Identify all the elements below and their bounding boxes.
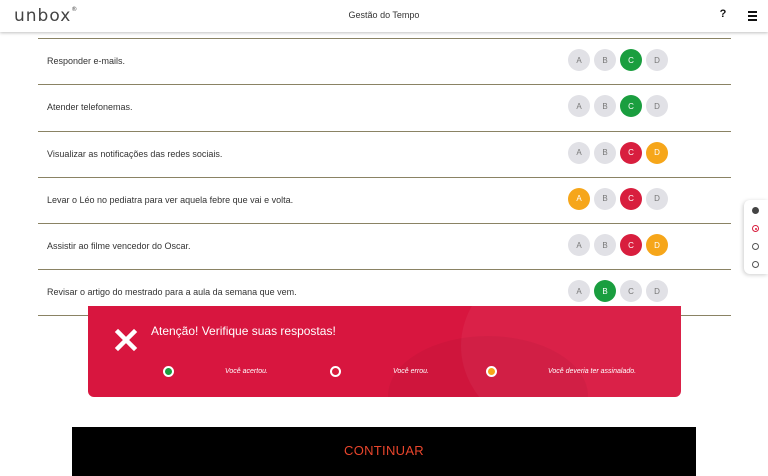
option-b-button[interactable]: B: [594, 49, 616, 71]
option-c-button[interactable]: C: [620, 234, 642, 257]
legend-missed-label: Você deveria ter assinalado.: [548, 368, 637, 375]
question-row: Levar o Léo no pediatra para ver aquela …: [38, 176, 731, 223]
option-b-button[interactable]: B: [594, 234, 616, 257]
top-bar: unbox® Gestão do Tempo ?: [0, 0, 768, 32]
question-row: Visualizar as notificações das redes soc…: [38, 130, 731, 177]
question-text: Revisar o artigo do mestrado para a aula…: [47, 287, 297, 298]
option-a-button[interactable]: A: [568, 280, 590, 303]
answer-options: ABCD: [568, 234, 672, 257]
pager-dot[interactable]: [752, 243, 759, 250]
pager-dot[interactable]: [752, 261, 759, 268]
page-title: Gestão do Tempo: [348, 10, 420, 20]
option-b-button[interactable]: B: [594, 95, 616, 118]
alert-title: Atenção! Verifique suas respostas!: [151, 324, 336, 338]
question-row: Assistir ao filme vencedor do Oscar. A B C D: [38, 223, 731, 269]
question-row: Atender telefonemas. A B C D: [38, 84, 731, 130]
question-row: Responder e-mails. A B C D: [38, 38, 731, 84]
question-text: Assistir ao filme vencedor do Oscar.: [47, 241, 191, 252]
legend-correct-dot: [163, 366, 174, 377]
page-indicator: [744, 200, 768, 274]
close-x-icon: [114, 328, 138, 352]
answer-options: ABCD: [568, 280, 672, 303]
option-a-button[interactable]: A: [568, 234, 590, 257]
help-button[interactable]: ?: [716, 8, 730, 24]
option-c-button[interactable]: C: [620, 95, 642, 118]
option-d-button[interactable]: D: [646, 234, 668, 257]
option-c-button[interactable]: C: [620, 187, 642, 210]
option-d-button[interactable]: D: [646, 187, 668, 210]
continue-button[interactable]: CONTINUAR: [72, 427, 696, 476]
legend-missed-dot: [486, 366, 497, 377]
legend-wrong-label: Você errou.: [393, 368, 429, 375]
answer-options: ABCD: [568, 141, 672, 164]
question-text: Visualizar as notificações das redes soc…: [47, 148, 223, 159]
feedback-alert: Atenção! Verifique suas respostas! Você …: [88, 306, 681, 397]
option-b-button[interactable]: B: [594, 141, 616, 164]
question-list: Responder e-mails. A B C D Atender telefonema…: [38, 38, 731, 316]
answer-options: ABCD: [568, 187, 672, 210]
option-a-button[interactable]: A: [568, 187, 590, 210]
question-text: Atender telefonemas.: [47, 102, 133, 113]
pager-dot[interactable]: [752, 225, 759, 232]
option-d-button[interactable]: D: [646, 95, 668, 118]
legend-wrong-dot: [330, 366, 341, 377]
hamburger-icon[interactable]: [744, 8, 760, 24]
option-a-button[interactable]: A: [568, 49, 590, 71]
legend-correct-label: Você acertou.: [225, 368, 268, 375]
option-d-button[interactable]: D: [646, 141, 668, 164]
answer-options: ABCD: [568, 49, 672, 71]
pager-dot[interactable]: [752, 207, 759, 214]
option-b-button[interactable]: B: [594, 187, 616, 210]
option-d-button[interactable]: D: [646, 49, 668, 71]
option-a-button[interactable]: A: [568, 141, 590, 164]
question-text: Responder e-mails.: [47, 56, 126, 66]
option-b-button[interactable]: B: [594, 280, 616, 303]
question-text: Levar o Léo no pediatra para ver aquela …: [47, 194, 294, 205]
option-a-button[interactable]: A: [568, 95, 590, 118]
option-c-button[interactable]: C: [620, 49, 642, 71]
option-c-button[interactable]: C: [620, 280, 642, 303]
option-c-button[interactable]: C: [620, 141, 642, 164]
answer-options: ABCD: [568, 95, 672, 118]
option-d-button[interactable]: D: [646, 280, 668, 303]
